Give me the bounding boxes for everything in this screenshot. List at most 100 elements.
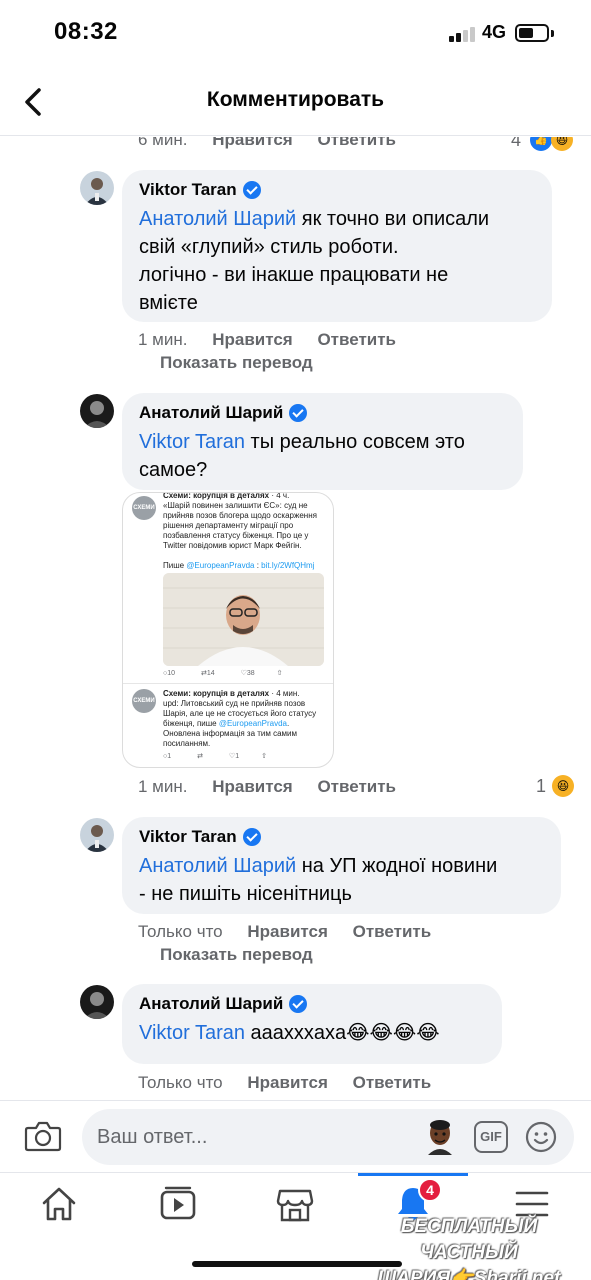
comment-time: Только что — [138, 922, 223, 941]
active-tab-indicator — [358, 1173, 468, 1176]
comments-feed[interactable]: 6 мин. Нравится Ответить 4 👍 😆 Viktor Ta… — [0, 137, 591, 1100]
comment-text: Viktor Taran ты реально совсем это самое… — [139, 428, 507, 484]
comment-text-line: ты реально совсем это — [245, 431, 465, 453]
reply-composer: GIF — [0, 1100, 591, 1172]
like-button[interactable]: Нравится — [212, 777, 293, 796]
author-name[interactable]: Анатолий Шарий — [139, 403, 283, 423]
tweet-share-icon: ⇧ — [261, 753, 267, 760]
comment-author[interactable]: Viktor Taran — [139, 179, 536, 201]
mention-link[interactable]: Viktor Taran — [139, 431, 245, 453]
like-reaction-icon: 👍 — [530, 137, 552, 151]
signal-strength-icon — [449, 26, 475, 42]
tab-marketplace[interactable] — [274, 1183, 316, 1225]
tweet-link: @EuropeanPravda — [218, 719, 287, 728]
tweet-time: · 4 ч. — [271, 492, 290, 500]
avatar[interactable] — [80, 394, 114, 428]
tweet-link: @EuropeanPravda — [186, 561, 255, 570]
video-icon — [160, 1186, 196, 1220]
avatar-photo-icon — [80, 394, 114, 428]
comment-author[interactable]: Viktor Taran — [139, 826, 545, 848]
author-name[interactable]: Viktor Taran — [139, 827, 237, 847]
battery-icon — [515, 24, 549, 42]
author-name[interactable]: Viktor Taran — [139, 180, 237, 200]
verified-badge-icon — [289, 404, 308, 422]
reply-button[interactable]: Ответить — [317, 330, 396, 349]
comment-meta: 6 мин. Нравится Ответить — [138, 137, 396, 150]
comment-time: Только что — [138, 1073, 223, 1092]
tweet-count: 1 — [235, 753, 240, 760]
like-button[interactable]: Нравится — [212, 137, 293, 149]
tweet-author: Схеми: корупція в деталях — [163, 689, 270, 698]
reply-button[interactable]: Ответить — [317, 777, 396, 796]
tweet-header: Схеми: корупція в деталях · 4 ч. — [163, 492, 327, 501]
comment-text: Анатолий Шарий як точно ви описали свій … — [139, 205, 536, 317]
tweet-header: Схеми: корупція в деталях · 4 мин. — [163, 689, 327, 699]
comment-time: 6 мин. — [138, 137, 188, 149]
verified-badge-icon — [289, 995, 308, 1013]
tweet-count: 10 — [167, 670, 176, 677]
reply-button[interactable]: Ответить — [353, 1073, 432, 1092]
page-title: Комментировать — [206, 88, 385, 111]
reply-button[interactable]: Ответить — [353, 922, 432, 941]
tweet-text: Пише — [163, 561, 187, 570]
tab-home[interactable] — [38, 1183, 80, 1225]
comment-text-line: самое? — [139, 459, 208, 481]
tweet-avatar: СХЕМИ — [132, 496, 156, 520]
smiley-icon — [525, 1121, 557, 1153]
network-type: 4G — [482, 22, 507, 42]
comment-bubble: Анатолий Шарий Viktor Taran аааxxxaxa😂😂😂… — [122, 984, 502, 1064]
tab-watch[interactable] — [157, 1183, 199, 1225]
show-translation-link[interactable]: Показать перевод — [160, 353, 313, 373]
camera-button[interactable] — [24, 1118, 62, 1154]
emoji-button[interactable] — [525, 1121, 557, 1153]
avatar-photo-icon — [80, 985, 114, 1019]
avatar[interactable] — [80, 171, 114, 205]
comment-text-line: свій «глупий» стиль роботи. — [139, 236, 399, 258]
avatar[interactable] — [80, 818, 114, 852]
comment-time: 1 мин. — [138, 777, 188, 796]
like-button[interactable]: Нравится — [212, 330, 293, 349]
notifications-badge: 4 — [418, 1178, 442, 1202]
mention-link[interactable]: Viktor Taran — [139, 1022, 245, 1044]
mention-link[interactable]: Анатолий Шарий — [139, 855, 296, 877]
comment-bubble: Анатолий Шарий Viktor Taran ты реально с… — [122, 393, 523, 490]
reaction-count[interactable]: 4 — [511, 137, 521, 151]
tweet-share-icon: ⇧ — [276, 670, 283, 677]
comment-meta: 1 мин. Нравится Ответить — [138, 330, 396, 350]
comment-text-line: як точно ви описали — [296, 208, 490, 230]
haha-reaction-icon: 😆 — [551, 137, 573, 151]
tweet-actions: ○10 ⇄14 ♡38 ⇧ — [163, 669, 323, 677]
comment-text-line: вмієте — [139, 292, 198, 314]
tweet-body: upd: Литовський суд не прийняв позов Шар… — [163, 699, 327, 749]
comment-author[interactable]: Анатолий Шарий — [139, 402, 507, 424]
gif-button[interactable]: GIF — [474, 1121, 508, 1153]
like-button[interactable]: Нравится — [247, 922, 328, 941]
avatar[interactable] — [80, 985, 114, 1019]
verified-badge-icon — [242, 828, 261, 846]
tweet-count: 14 — [206, 670, 215, 677]
reaction-count[interactable]: 1 — [536, 776, 546, 797]
comment-author[interactable]: Анатолий Шарий — [139, 993, 486, 1015]
tweet-avatar: СХЕМИ — [132, 689, 156, 713]
tweet-count: 38 — [246, 670, 255, 677]
tweet-links: Пише @EuropeanPravda : bit.ly/2WfQHmj — [163, 561, 327, 571]
haha-reaction-icon: 😆 — [552, 775, 574, 797]
bottom-tab-bar: 4 — [0, 1172, 591, 1280]
avatar-photo-icon — [80, 818, 114, 852]
tweet-link: bit.ly/2WfQHmj — [261, 561, 315, 570]
show-translation-link[interactable]: Показать перевод — [160, 945, 313, 965]
comment-image-attachment[interactable]: СХЕМИ Схеми: корупція в деталях · 4 ч. «… — [122, 492, 334, 768]
mention-link[interactable]: Анатолий Шарий — [139, 208, 296, 230]
status-bar: 08:32 4G — [0, 0, 591, 66]
hamburger-menu-icon — [515, 1191, 549, 1217]
reply-button[interactable]: Ответить — [317, 137, 396, 149]
tab-menu[interactable] — [511, 1183, 553, 1225]
comment-meta: Только что Нравится Ответить — [138, 922, 431, 942]
author-name[interactable]: Анатолий Шарий — [139, 994, 283, 1014]
header: Комментировать — [0, 70, 591, 136]
comment-text-line: логічно - ви інакше працювати не — [139, 264, 449, 286]
status-time: 08:32 — [54, 18, 118, 45]
camera-icon — [24, 1121, 62, 1152]
like-button[interactable]: Нравится — [247, 1073, 328, 1092]
avatar-sticker-button[interactable] — [425, 1117, 455, 1155]
